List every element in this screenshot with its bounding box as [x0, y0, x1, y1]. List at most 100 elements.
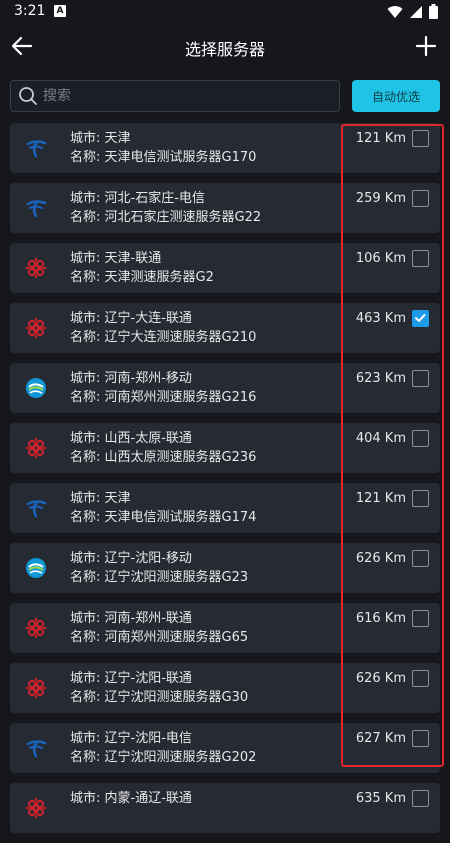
search-input[interactable] — [43, 85, 333, 107]
server-city: 城市: 天津-联通 — [70, 249, 214, 268]
city-label: 城市: — [70, 671, 105, 686]
server-city: 城市: 河南-郑州-联通 — [70, 609, 248, 628]
server-city: 城市: 河南-郑州-移动 — [70, 369, 256, 388]
server-item[interactable]: 城市: 河南-郑州-移动 名称: 河南郑州测速服务器G216 623 Km — [10, 363, 440, 413]
server-checkbox[interactable] — [412, 310, 429, 327]
city-value: 天津 — [104, 131, 131, 146]
server-checkbox[interactable] — [412, 130, 429, 147]
city-label: 城市: — [70, 311, 105, 326]
server-checkbox[interactable] — [412, 670, 429, 687]
name-label: 名称: — [70, 330, 105, 345]
server-city: 城市: 辽宁-沈阳-电信 — [70, 729, 256, 748]
server-item[interactable]: 城市: 内蒙-通辽-联通 635 Km — [10, 783, 440, 833]
name-label: 名称: — [70, 390, 105, 405]
server-name: 名称: 辽宁大连测速服务器G210 — [70, 328, 256, 347]
city-value: 天津 — [104, 491, 131, 506]
china-mobile-logo-icon — [24, 556, 48, 580]
city-label: 城市: — [70, 431, 105, 446]
server-item[interactable]: 城市: 河北-石家庄-电信名称: 河北石家庄测速服务器G22 259 Km — [10, 183, 440, 233]
server-distance: 259 Km — [355, 191, 406, 206]
server-city: 城市: 辽宁-大连-联通 — [70, 309, 256, 328]
name-value: 河南郑州测速服务器G216 — [104, 390, 257, 405]
checkmark-icon — [415, 314, 426, 322]
server-distance: 627 Km — [355, 731, 406, 746]
server-item[interactable]: 城市: 河南-郑州-联通名称: 河南郑州测速服务器G65 616 Km — [10, 603, 440, 653]
search-box[interactable] — [10, 80, 340, 112]
server-checkbox[interactable] — [412, 490, 429, 507]
city-value: 辽宁-大连-联通 — [104, 311, 192, 326]
server-city: 城市: 内蒙-通辽-联通 — [70, 789, 192, 808]
app-bar: 选择服务器 — [0, 24, 450, 68]
server-distance: 106 Km — [355, 251, 406, 266]
auto-select-button[interactable]: 自动优选 — [352, 80, 440, 112]
china-unicom-logo-icon — [24, 616, 48, 640]
server-city: 城市: 天津 — [70, 489, 256, 508]
server-city: 城市: 天津 — [70, 129, 256, 148]
china-unicom-logo-icon — [24, 256, 48, 280]
china-telecom-logo-icon — [24, 736, 48, 760]
server-name: 名称: 河北石家庄测速服务器G22 — [70, 208, 261, 227]
name-value: 辽宁大连测速服务器G210 — [104, 330, 257, 345]
server-city: 城市: 山西-太原-联通 — [70, 429, 256, 448]
name-label: 名称: — [70, 630, 105, 645]
server-item[interactable]: 城市: 天津名称: 天津电信测试服务器G170 121 Km — [10, 123, 440, 173]
server-distance: 626 Km — [355, 551, 406, 566]
china-telecom-logo-icon — [24, 196, 48, 220]
server-item[interactable]: 城市: 天津-联通 名称: 天津测速服务器G2 106 Km — [10, 243, 440, 293]
server-item[interactable]: 城市: 天津 名称: 天津电信测试服务器G174 121 Km — [10, 483, 440, 533]
name-label: 名称: — [70, 210, 105, 225]
city-value: 河南-郑州-移动 — [104, 371, 192, 386]
china-unicom-logo-icon — [24, 316, 48, 340]
city-value: 辽宁-沈阳-移动 — [104, 551, 192, 566]
city-value: 河北-石家庄-电信 — [104, 191, 205, 206]
server-item[interactable]: 城市: 山西-太原-联通 名称: 山西太原测速服务器G236 404 Km — [10, 423, 440, 473]
name-value: 河南郑州测速服务器G65 — [104, 630, 249, 645]
name-label: 名称: — [70, 750, 105, 765]
china-telecom-logo-icon — [24, 136, 48, 160]
server-distance: 623 Km — [355, 371, 406, 386]
server-distance: 121 Km — [355, 131, 406, 146]
city-value: 辽宁-沈阳-联通 — [104, 671, 192, 686]
city-label: 城市: — [70, 611, 105, 626]
name-value: 天津电信测试服务器G174 — [104, 510, 257, 525]
city-value: 天津-联通 — [104, 251, 162, 266]
server-name: 名称: 河南郑州测速服务器G216 — [70, 388, 256, 407]
city-label: 城市: — [70, 131, 105, 146]
name-label: 名称: — [70, 150, 105, 165]
server-checkbox[interactable] — [412, 610, 429, 627]
server-name: 名称: 辽宁沈阳测速服务器G30 — [70, 688, 248, 707]
server-distance: 616 Km — [355, 611, 406, 626]
add-server-button[interactable] — [412, 32, 440, 60]
status-icons — [387, 4, 438, 19]
city-label: 城市: — [70, 191, 105, 206]
server-name: 名称: 天津测速服务器G2 — [70, 268, 214, 287]
server-item[interactable]: 城市: 辽宁-沈阳-移动 名称: 辽宁沈阳测速服务器G23 626 Km — [10, 543, 440, 593]
server-name: 名称: 山西太原测速服务器G236 — [70, 448, 256, 467]
server-item[interactable]: 城市: 辽宁-沈阳-联通 名称: 辽宁沈阳测速服务器G30 626 Km — [10, 663, 440, 713]
battery-icon — [429, 4, 438, 19]
name-label: 名称: — [70, 270, 105, 285]
name-value: 天津电信测试服务器G170 — [104, 150, 257, 165]
server-checkbox[interactable] — [412, 550, 429, 567]
name-label: 名称: — [70, 690, 105, 705]
city-label: 城市: — [70, 371, 105, 386]
server-checkbox[interactable] — [412, 190, 429, 207]
server-checkbox[interactable] — [412, 430, 429, 447]
search-icon — [19, 87, 37, 105]
server-city: 城市: 辽宁-沈阳-联通 — [70, 669, 248, 688]
name-label: 名称: — [70, 570, 105, 585]
server-checkbox[interactable] — [412, 730, 429, 747]
server-distance: 404 Km — [355, 431, 406, 446]
server-checkbox[interactable] — [412, 370, 429, 387]
server-checkbox[interactable] — [412, 250, 429, 267]
city-label: 城市: — [70, 731, 105, 746]
wifi-icon — [387, 5, 403, 18]
server-name: 名称: 辽宁沈阳测速服务器G23 — [70, 568, 248, 587]
server-item[interactable]: 城市: 辽宁-沈阳-电信 名称: 辽宁沈阳测速服务器G202 627 Km — [10, 723, 440, 773]
server-item[interactable]: 城市: 辽宁-大连-联通 名称: 辽宁大连测速服务器G210 463 Km — [10, 303, 440, 353]
server-checkbox[interactable] — [412, 790, 429, 807]
status-time: 3:21 — [14, 3, 46, 19]
signal-icon — [410, 5, 422, 18]
notification-icon: A — [54, 5, 66, 17]
server-name: 名称: 辽宁沈阳测速服务器G202 — [70, 748, 256, 767]
